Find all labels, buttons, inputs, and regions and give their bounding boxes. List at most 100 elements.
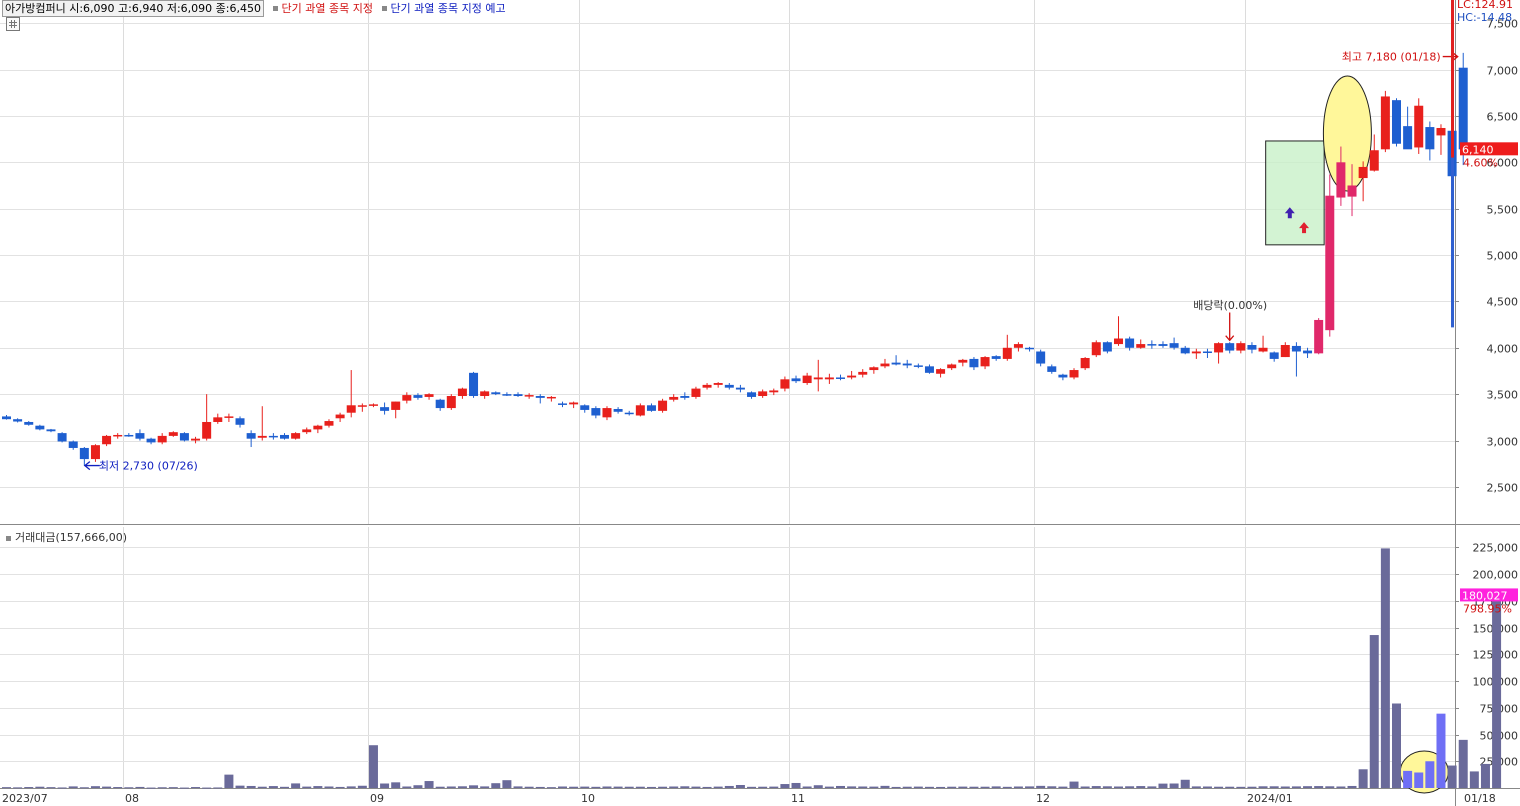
volume-bar[interactable] (591, 786, 601, 788)
volume-bar[interactable] (913, 786, 923, 788)
volume-bar[interactable] (435, 786, 445, 788)
volume-bar[interactable] (35, 786, 45, 788)
candle-body[interactable] (68, 441, 78, 448)
candle-body[interactable] (435, 399, 445, 409)
candle-body[interactable] (235, 418, 245, 425)
volume-bar[interactable] (1458, 739, 1468, 788)
volume-bar[interactable] (391, 782, 401, 788)
candle-body[interactable] (90, 445, 100, 460)
volume-bar[interactable] (1314, 786, 1324, 788)
candle-body[interactable] (569, 402, 579, 405)
volume-bar[interactable] (947, 786, 957, 788)
candle-body[interactable] (146, 438, 156, 443)
volume-bar[interactable] (402, 786, 412, 788)
volume-bar[interactable] (1336, 786, 1346, 788)
volume-bar[interactable] (57, 787, 67, 789)
candle-body[interactable] (446, 396, 456, 409)
candle-body[interactable] (924, 366, 934, 373)
candle-body[interactable] (980, 357, 990, 367)
candle-body[interactable] (13, 419, 23, 422)
candle-body[interactable] (1036, 351, 1046, 364)
volume-bar[interactable] (1080, 786, 1090, 788)
candle-body[interactable] (713, 383, 723, 385)
volume-bar[interactable] (24, 787, 34, 789)
candle-body[interactable] (24, 421, 34, 425)
volume-bar[interactable] (1025, 786, 1035, 788)
volume-bar[interactable] (991, 786, 1001, 788)
volume-bar[interactable] (724, 785, 734, 788)
volume-bar[interactable] (936, 786, 946, 788)
table-view-icon[interactable] (6, 17, 20, 31)
candle-body[interactable] (558, 403, 567, 405)
candle-body[interactable] (1025, 347, 1035, 350)
candle-body[interactable] (524, 395, 534, 397)
candle-body[interactable] (280, 434, 289, 439)
candle-body[interactable] (1280, 345, 1290, 358)
candle-body[interactable] (869, 367, 879, 371)
volume-bar[interactable] (1114, 786, 1123, 788)
candle-body[interactable] (1358, 166, 1368, 179)
volume-bar[interactable] (836, 785, 845, 788)
volume-bar[interactable] (235, 785, 245, 788)
volume-bar[interactable] (246, 785, 256, 788)
volume-bar[interactable] (1492, 595, 1502, 788)
candle-body[interactable] (1414, 105, 1424, 148)
volume-bar[interactable] (413, 785, 423, 788)
volume-bar[interactable] (480, 786, 490, 788)
volume-bar[interactable] (702, 786, 712, 788)
volume-bar[interactable] (1169, 783, 1179, 788)
volume-bar[interactable] (1236, 786, 1246, 788)
volume-bar[interactable] (780, 784, 790, 788)
volume-bar[interactable] (558, 786, 567, 788)
candle-body[interactable] (1191, 351, 1201, 354)
volume-bar[interactable] (291, 783, 301, 788)
volume-bar[interactable] (102, 786, 112, 788)
candle-body[interactable] (224, 416, 234, 418)
volume-bar[interactable] (769, 786, 779, 788)
volume-bar[interactable] (113, 787, 123, 789)
candle-body[interactable] (591, 408, 601, 416)
candle-body[interactable] (191, 438, 201, 441)
volume-bar[interactable] (1191, 786, 1201, 788)
volume-bar[interactable] (202, 787, 212, 789)
candle-body[interactable] (669, 396, 679, 400)
volume-bar[interactable] (858, 786, 868, 788)
volume-bar[interactable] (46, 787, 56, 789)
volume-bar[interactable] (1158, 783, 1168, 788)
candle-body[interactable] (1236, 343, 1246, 351)
candle-body[interactable] (102, 435, 112, 445)
volume-bar[interactable] (1347, 785, 1357, 788)
candle-body[interactable] (79, 447, 89, 460)
volume-bar[interactable] (1469, 771, 1479, 788)
candle-body[interactable] (113, 434, 123, 437)
volume-bar[interactable] (635, 786, 645, 788)
volume-bar[interactable] (624, 786, 634, 788)
volume-bar[interactable] (1102, 786, 1112, 788)
volume-bar[interactable] (346, 786, 356, 788)
candle-body[interactable] (546, 396, 556, 399)
candle-body[interactable] (1403, 126, 1413, 150)
volume-bar[interactable] (813, 785, 823, 788)
volume-bar[interactable] (1269, 786, 1279, 788)
candle-body[interactable] (958, 359, 968, 363)
volume-bar[interactable] (958, 786, 968, 788)
candle-body[interactable] (791, 378, 801, 382)
candle-body[interactable] (1458, 67, 1468, 150)
candle-body[interactable] (391, 401, 401, 410)
candle-body[interactable] (480, 391, 490, 397)
volume-bar[interactable] (1214, 786, 1224, 788)
volume-bar[interactable] (1358, 769, 1368, 788)
volume-bar[interactable] (1303, 786, 1313, 788)
candle-body[interactable] (847, 375, 857, 378)
volume-bar[interactable] (280, 786, 289, 788)
candle-body[interactable] (1147, 344, 1157, 346)
candle-body[interactable] (302, 429, 312, 433)
volume-bar[interactable] (1392, 703, 1401, 788)
candle-body[interactable] (747, 392, 757, 397)
volume-bar[interactable] (658, 786, 668, 788)
volume-bar[interactable] (191, 787, 201, 789)
candle-body[interactable] (402, 395, 412, 401)
volume-bar[interactable] (179, 787, 189, 789)
volume-bar[interactable] (469, 785, 479, 788)
candle-body[interactable] (1013, 344, 1023, 348)
